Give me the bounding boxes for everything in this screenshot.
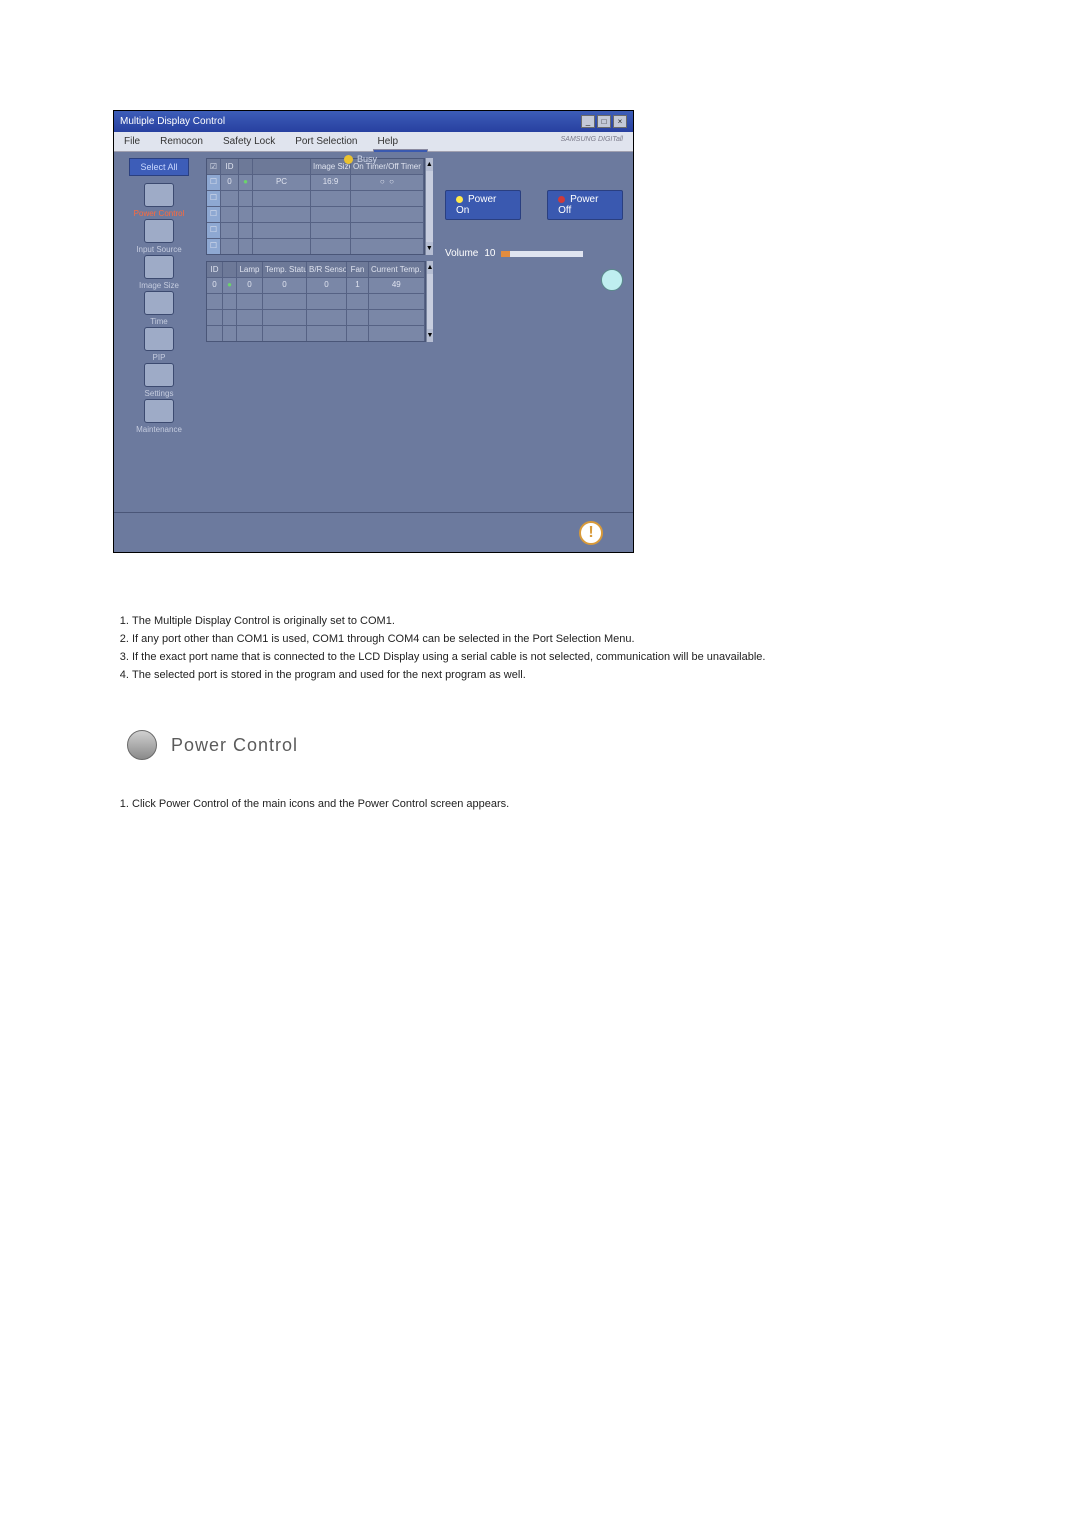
instruction-list-2: Click Power Control of the main icons an… — [132, 798, 1020, 810]
volume-label: Volume — [445, 248, 478, 259]
scroll-down-icon[interactable]: ▼ — [427, 329, 434, 342]
window-buttons: _ □ × — [581, 115, 627, 128]
right-panel: Power On Power Off Volume 10 — [437, 158, 631, 506]
bottom-table-header: ID Lamp Temp. Status B/R Sensor Fan Curr… — [207, 262, 425, 277]
close-button[interactable]: × — [613, 115, 627, 128]
statusbar: ! — [114, 512, 633, 552]
alert-icon: ! — [579, 521, 603, 545]
instruction-list: The Multiple Display Control is original… — [132, 613, 1020, 684]
note-item: The selected port is stored in the progr… — [132, 667, 1020, 684]
titlebar: Multiple Display Control _ □ × — [114, 111, 633, 132]
table-row: ☐ — [207, 206, 424, 222]
note-item: If any port other than COM1 is used, COM… — [132, 631, 1020, 648]
power-icon[interactable] — [144, 183, 174, 207]
table-row[interactable]: 0 ● 0 0 0 1 49 — [207, 277, 425, 293]
bottom-table: ID Lamp Temp. Status B/R Sensor Fan Curr… — [206, 261, 426, 342]
input-icon[interactable] — [144, 219, 174, 243]
select-all-button[interactable]: Select All — [129, 158, 188, 176]
th2-status — [223, 262, 237, 277]
app-body: Select All Power Control Input Source Im… — [114, 152, 633, 512]
settings-icon[interactable] — [144, 363, 174, 387]
table-row — [207, 309, 425, 325]
speaker-icon[interactable] — [601, 269, 623, 291]
section-title: Power Control — [171, 735, 298, 756]
scroll-up-icon[interactable]: ▲ — [427, 261, 434, 274]
th2-br: B/R Sensor — [307, 262, 347, 277]
maintenance-icon[interactable] — [144, 399, 174, 423]
th-source — [253, 159, 311, 174]
window-title: Multiple Display Control — [120, 116, 225, 127]
sidebar-item-input: Input Source — [120, 219, 198, 254]
brand-label: SAMSUNG DIGITall — [551, 132, 633, 151]
sidebar-item-time: Time — [120, 291, 198, 326]
image-size-icon[interactable] — [144, 255, 174, 279]
th-status — [239, 159, 253, 174]
menu-file[interactable]: File — [114, 132, 150, 151]
scrollbar[interactable]: ▲▼ — [425, 158, 433, 255]
menu-port-selection[interactable]: Port Selection — [285, 132, 367, 151]
note-item: Click Power Control of the main icons an… — [132, 798, 1020, 810]
app-screenshot: Multiple Display Control _ □ × File Remo… — [113, 110, 634, 553]
power-off-button[interactable]: Power Off — [547, 190, 623, 220]
power-on-button[interactable]: Power On — [445, 190, 521, 220]
power-section-icon — [127, 730, 157, 760]
th-id: ID — [221, 159, 239, 174]
section-header: Power Control — [127, 730, 1020, 760]
sidebar: Select All Power Control Input Source Im… — [114, 152, 204, 512]
table-row — [207, 293, 425, 309]
table-row: ☐ — [207, 190, 424, 206]
top-table-header: ☑ ID Image Size On Timer/Off Timer — [207, 159, 424, 174]
volume-row: Volume 10 — [445, 248, 623, 259]
note-item: If the exact port name that is connected… — [132, 649, 1020, 666]
volume-slider[interactable] — [501, 251, 583, 257]
volume-fill — [501, 251, 509, 257]
note-item: The Multiple Display Control is original… — [132, 613, 1020, 630]
scroll-down-icon[interactable]: ▼ — [426, 242, 433, 255]
sidebar-item-power: Power Control — [120, 183, 198, 218]
main-panel: Busy ☑ ID Image Size On Timer/Off Timer … — [204, 152, 633, 512]
maximize-button[interactable]: □ — [597, 115, 611, 128]
sidebar-item-maintenance: Maintenance — [120, 399, 198, 434]
th2-fan: Fan — [347, 262, 369, 277]
th2-ctemp: Current Temp. — [369, 262, 425, 277]
scroll-up-icon[interactable]: ▲ — [426, 158, 433, 171]
th2-id: ID — [207, 262, 223, 277]
table-row: ☐ — [207, 238, 424, 254]
table-row: ☐ — [207, 222, 424, 238]
busy-dot-icon — [344, 155, 353, 164]
sidebar-item-image-size: Image Size — [120, 255, 198, 290]
on-dot-icon — [456, 196, 463, 203]
sidebar-item-pip: PIP — [120, 327, 198, 362]
pip-icon[interactable] — [144, 327, 174, 351]
th-check: ☑ — [207, 159, 221, 174]
menu-remocon[interactable]: Remocon — [150, 132, 213, 151]
busy-indicator: Busy — [344, 154, 377, 164]
scrollbar[interactable]: ▲▼ — [426, 261, 434, 342]
minimize-button[interactable]: _ — [581, 115, 595, 128]
off-dot-icon — [558, 196, 565, 203]
menu-safety-lock[interactable]: Safety Lock — [213, 132, 285, 151]
table-row[interactable]: ☐ 0 ● PC 16:9 ○ ○ — [207, 174, 424, 190]
time-icon[interactable] — [144, 291, 174, 315]
th2-temp: Temp. Status — [263, 262, 307, 277]
volume-value: 10 — [484, 248, 495, 259]
sidebar-item-settings: Settings — [120, 363, 198, 398]
top-table: ☑ ID Image Size On Timer/Off Timer ☐ 0 ●… — [206, 158, 425, 255]
table-row — [207, 325, 425, 341]
th2-lamp: Lamp — [237, 262, 263, 277]
